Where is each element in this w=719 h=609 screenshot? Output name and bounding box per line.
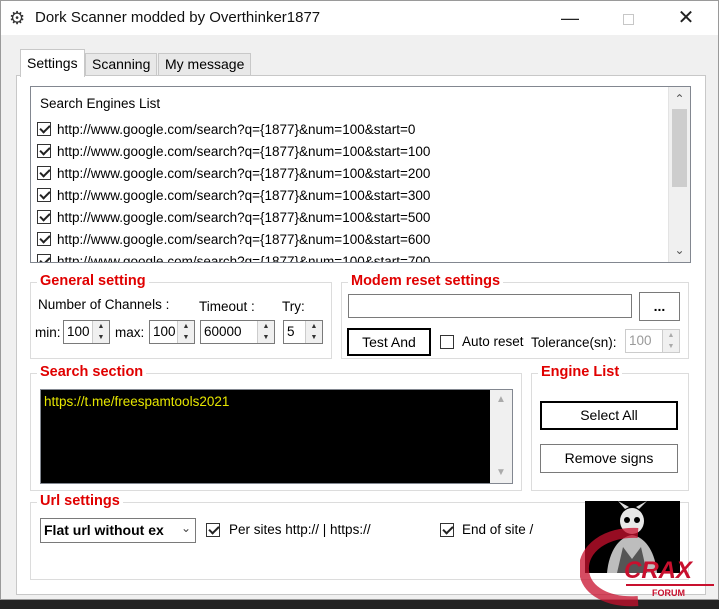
engine-list-title: Engine List xyxy=(538,364,623,380)
max-channels-stepper[interactable]: 100 ▲ ▼ xyxy=(149,320,195,344)
chevron-up-icon[interactable]: ⌃ xyxy=(669,89,690,109)
engines-scrollbar[interactable]: ⌃ ⌄ xyxy=(668,87,690,262)
list-item[interactable]: http://www.google.com/search?q={1877}&nu… xyxy=(37,251,431,263)
timeout-stepper[interactable]: 60000 ▲ ▼ xyxy=(200,320,275,344)
stepper-arrows[interactable]: ▲ ▼ xyxy=(305,321,322,343)
chevron-up-icon[interactable]: ▲ xyxy=(490,391,512,409)
min-label: min: xyxy=(35,325,61,340)
list-item[interactable]: http://www.google.com/search?q={1877}&nu… xyxy=(37,229,430,251)
per-sites-checkbox[interactable] xyxy=(206,523,220,537)
search-engines-header: Search Engines List xyxy=(40,96,161,111)
tab-my-message[interactable]: My message xyxy=(158,53,252,76)
max-channels-value: 100 xyxy=(153,324,176,339)
svg-text:CRAX: CRAX xyxy=(624,557,694,584)
end-of-site-label: End of site / xyxy=(462,522,534,537)
search-text: https://t.me/freespamtools2021 xyxy=(44,394,230,409)
url-mode-value: Flat url without ex xyxy=(44,522,164,538)
max-label: max: xyxy=(115,325,145,340)
triangle-up-icon[interactable]: ▲ xyxy=(306,321,322,332)
remove-signs-button[interactable]: Remove signs xyxy=(540,444,678,473)
engine-checkbox[interactable] xyxy=(37,188,51,203)
crax-watermark-logo: CRAX FORUM xyxy=(580,527,714,607)
triangle-up-icon[interactable]: ▲ xyxy=(178,321,194,332)
search-textarea[interactable]: https://t.me/freespamtools2021 ▲ ▼ xyxy=(40,389,513,484)
svg-text:FORUM: FORUM xyxy=(652,588,685,598)
per-sites-label: Per sites http:// | https:// xyxy=(229,522,371,537)
engine-checkbox[interactable] xyxy=(37,144,51,159)
triangle-down-icon[interactable]: ▼ xyxy=(93,332,109,343)
stepper-arrows[interactable]: ▲ ▼ xyxy=(177,321,194,343)
engine-checkbox[interactable] xyxy=(37,166,51,181)
general-setting-title: General setting xyxy=(37,273,149,289)
engine-url: http://www.google.com/search?q={1877}&nu… xyxy=(57,144,431,159)
triangle-down-icon[interactable]: ▼ xyxy=(663,341,679,352)
auto-reset-label: Auto reset xyxy=(462,334,524,349)
gear-icon: ⚙ xyxy=(9,8,26,28)
stepper-arrows[interactable]: ▲ ▼ xyxy=(92,321,109,343)
search-scrollbar[interactable]: ▲ ▼ xyxy=(490,390,512,483)
list-item[interactable]: http://www.google.com/search?q={1877}&nu… xyxy=(37,141,430,163)
engine-checkbox[interactable] xyxy=(37,122,51,137)
triangle-down-icon[interactable]: ▼ xyxy=(258,332,274,343)
stepper-arrows[interactable]: ▲ ▼ xyxy=(257,321,274,343)
triangle-down-icon[interactable]: ▼ xyxy=(178,332,194,343)
engine-checkbox[interactable] xyxy=(37,232,51,247)
list-item[interactable]: http://www.google.com/search?q={1877}&nu… xyxy=(37,163,430,185)
try-value: 5 xyxy=(287,324,295,339)
modem-reset-title: Modem reset settings xyxy=(348,273,504,289)
window-title: Dork Scanner modded by Overthinker1877 xyxy=(35,9,321,26)
engine-list-group: Engine List xyxy=(531,364,689,491)
app-window: ⚙ Dork Scanner modded by Overthinker1877… xyxy=(0,0,719,600)
min-channels-value: 100 xyxy=(67,324,90,339)
url-mode-select[interactable]: Flat url without ex ⌄ xyxy=(40,518,196,543)
triangle-up-icon[interactable]: ▲ xyxy=(258,321,274,332)
end-of-site-checkbox[interactable] xyxy=(440,523,454,537)
tolerance-label: Tolerance(sn): xyxy=(531,335,617,350)
triangle-up-icon[interactable]: ▲ xyxy=(663,330,679,341)
triangle-down-icon[interactable]: ▼ xyxy=(306,332,322,343)
tolerance-stepper[interactable]: 100 ▲ ▼ xyxy=(625,329,680,353)
engine-url: http://www.google.com/search?q={1877}&nu… xyxy=(57,232,431,247)
url-settings-title: Url settings xyxy=(37,493,123,509)
tolerance-value: 100 xyxy=(629,333,652,348)
channels-label: Number of Channels : xyxy=(38,297,170,312)
engine-checkbox[interactable] xyxy=(37,254,51,262)
timeout-label: Timeout : xyxy=(199,299,255,314)
timeout-value: 60000 xyxy=(204,324,242,339)
scroll-thumb[interactable] xyxy=(672,109,687,187)
test-and-button[interactable]: Test And xyxy=(347,328,431,356)
chevron-down-icon[interactable]: ▼ xyxy=(490,464,512,482)
min-channels-stepper[interactable]: 100 ▲ ▼ xyxy=(63,320,110,344)
list-item[interactable]: http://www.google.com/search?q={1877}&nu… xyxy=(37,119,415,141)
engine-url: http://www.google.com/search?q={1877}&nu… xyxy=(57,210,431,225)
engine-url: http://www.google.com/search?q={1877}&nu… xyxy=(57,166,431,181)
tab-scanning[interactable]: Scanning xyxy=(85,53,158,76)
browse-button[interactable]: ... xyxy=(639,292,680,321)
try-stepper[interactable]: 5 ▲ ▼ xyxy=(283,320,323,344)
stepper-arrows[interactable]: ▲ ▼ xyxy=(662,330,679,352)
close-button[interactable]: ✕ xyxy=(663,1,709,35)
search-section-title: Search section xyxy=(37,364,147,380)
engine-url: http://www.google.com/search?q={1877}&nu… xyxy=(57,188,431,203)
triangle-up-icon[interactable]: ▲ xyxy=(93,321,109,332)
engine-url: http://www.google.com/search?q={1877}&nu… xyxy=(57,254,431,263)
maximize-icon xyxy=(622,13,634,25)
engine-url: http://www.google.com/search?q={1877}&nu… xyxy=(57,122,416,137)
search-engines-list[interactable]: Search Engines List http://www.google.co… xyxy=(30,86,691,263)
auto-reset-checkbox[interactable] xyxy=(440,335,454,349)
chevron-down-icon[interactable]: ⌄ xyxy=(181,521,191,535)
select-all-button[interactable]: Select All xyxy=(540,401,678,430)
list-item[interactable]: http://www.google.com/search?q={1877}&nu… xyxy=(37,185,430,207)
list-item[interactable]: http://www.google.com/search?q={1877}&nu… xyxy=(37,207,430,229)
chevron-down-icon[interactable]: ⌄ xyxy=(669,240,690,260)
try-label: Try: xyxy=(282,299,305,314)
minimize-button[interactable]: — xyxy=(547,1,593,35)
modem-path-input[interactable] xyxy=(348,294,632,318)
tab-settings[interactable]: Settings xyxy=(20,49,85,77)
title-bar[interactable]: ⚙ Dork Scanner modded by Overthinker1877… xyxy=(1,1,718,35)
maximize-button[interactable] xyxy=(605,1,651,35)
engine-checkbox[interactable] xyxy=(37,210,51,225)
